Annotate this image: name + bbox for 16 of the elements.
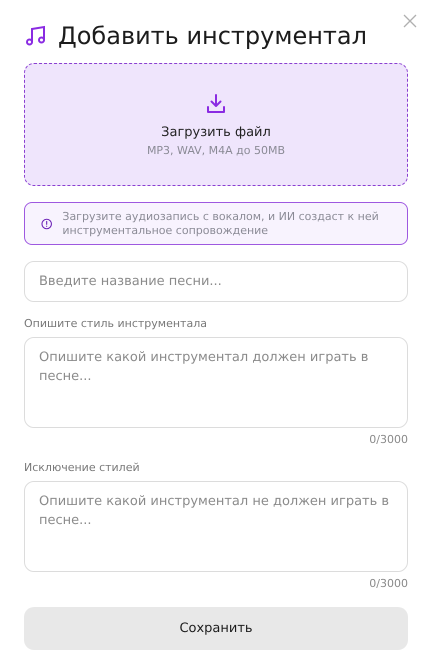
song-name-field[interactable]: Введите название песни... (24, 261, 408, 302)
dialog-title: Добавить инструментал (58, 22, 367, 50)
upload-label: Загрузить файл (161, 124, 271, 140)
character-counter: 0/3000 (369, 433, 408, 446)
download-icon (205, 92, 227, 114)
music-note-icon (24, 24, 48, 48)
description-field[interactable]: Опишите какой инструментал не должен играть в песне... (24, 481, 408, 572)
upload-dropzone[interactable]: Загрузить файл MP3, WAV, M4A до 50MB (24, 63, 408, 186)
upload-hint: MP3, WAV, M4A до 50MB (146, 144, 286, 156)
info-text: Загрузите аудиозапись с вокалом, и ИИ создаст к ней инструментальное сопровождение (62, 210, 380, 238)
description-field[interactable]: Опишите какой инструментал должен играть в песне... (24, 337, 408, 428)
field-label: Опишите стиль инструментала (24, 317, 208, 330)
close-icon[interactable] (403, 14, 417, 28)
field-label: Исключение стилей (24, 461, 141, 474)
character-counter: 0/3000 (369, 577, 408, 590)
save-button[interactable]: Сохранить (24, 607, 408, 650)
